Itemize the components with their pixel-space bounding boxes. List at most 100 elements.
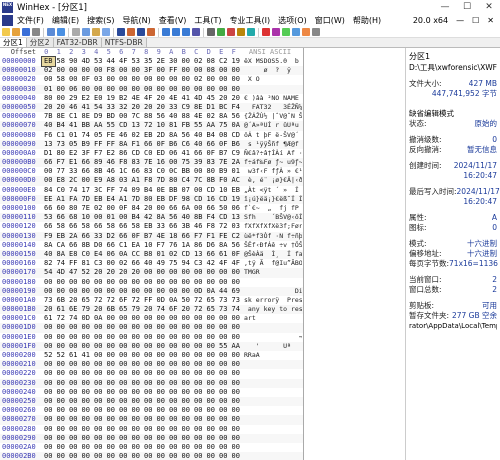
hex-byte[interactable]: F7	[55, 158, 68, 167]
hex-byte[interactable]: 10	[80, 213, 93, 222]
hex-byte[interactable]: CD	[217, 213, 230, 222]
hex-byte[interactable]: 00	[192, 278, 205, 287]
hex-byte[interactable]: 00	[192, 351, 205, 360]
calculator-icon[interactable]	[237, 28, 245, 36]
hex-byte[interactable]: 20	[92, 268, 105, 277]
hex-byte[interactable]: 20	[142, 305, 155, 314]
hex-byte[interactable]: 40	[142, 259, 155, 268]
hex-byte[interactable]: 00	[42, 287, 55, 296]
hex-byte[interactable]: 74	[230, 305, 243, 314]
find-text-icon[interactable]	[117, 28, 125, 36]
hex-byte[interactable]: 00	[117, 112, 130, 121]
hex-row[interactable]: 00000060 7B 8E C1 8E D9 BD 00 7C 88 56 40 88 4E 02 8A 56…	[0, 112, 303, 121]
hex-byte[interactable]: C2	[230, 232, 243, 241]
hex-byte[interactable]: 00	[230, 360, 243, 369]
hex-byte[interactable]: 00	[67, 379, 80, 388]
hex-byte[interactable]: 00	[117, 406, 130, 415]
hex-byte[interactable]: 00	[55, 388, 68, 397]
hex-byte[interactable]: 74	[55, 259, 68, 268]
hex-row-ascii[interactable]: è, é¨ ¡ø}€Ä|‹ð¬	[242, 176, 302, 185]
hex-byte[interactable]: 19	[105, 94, 118, 103]
hex-byte[interactable]: 00	[192, 434, 205, 443]
hex-byte[interactable]: 20	[155, 94, 168, 103]
hex-byte[interactable]: 00	[105, 204, 118, 213]
hex-byte[interactable]: 8B	[80, 241, 93, 250]
hex-byte[interactable]: 00	[80, 452, 93, 460]
hex-byte[interactable]: 42	[142, 213, 155, 222]
hex-byte[interactable]: FF	[167, 66, 180, 75]
hex-byte[interactable]: 00	[155, 75, 168, 84]
hex-byte[interactable]: 00	[205, 360, 218, 369]
hex-byte[interactable]: 33	[155, 222, 168, 231]
hex-byte[interactable]: 0F	[80, 75, 93, 84]
hex-byte[interactable]: 00	[80, 66, 93, 75]
hex-byte[interactable]: 00	[230, 443, 243, 452]
hex-byte[interactable]: 73	[217, 296, 230, 305]
hex-byte[interactable]: 00	[42, 75, 55, 84]
hex-byte[interactable]: C1	[67, 112, 80, 121]
paste-write-icon[interactable]	[102, 28, 110, 36]
hex-byte[interactable]: 61	[67, 351, 80, 360]
hex-byte[interactable]: 00	[142, 85, 155, 94]
hex-byte[interactable]: 00	[80, 342, 93, 351]
hex-byte[interactable]: 16	[205, 195, 218, 204]
hex-byte[interactable]: 83	[205, 158, 218, 167]
hex-byte[interactable]: 88	[142, 112, 155, 121]
hex-row-ascii[interactable]	[242, 425, 302, 434]
hex-byte[interactable]: 06	[167, 149, 180, 158]
hex-byte[interactable]: 00	[80, 85, 93, 94]
hex-byte[interactable]: 4F	[217, 259, 230, 268]
hex-byte[interactable]: 00	[217, 443, 230, 452]
hex-byte[interactable]: 00	[155, 379, 168, 388]
hex-byte[interactable]: 00	[105, 452, 118, 460]
hex-byte[interactable]: 00	[167, 278, 180, 287]
hex-byte[interactable]: 20	[42, 305, 55, 314]
hex-byte[interactable]: 00	[167, 75, 180, 84]
hex-byte[interactable]: BD	[105, 112, 118, 121]
hex-byte[interactable]: CC	[130, 250, 143, 259]
hex-byte[interactable]: 80	[167, 176, 180, 185]
hex-byte[interactable]: 00	[105, 360, 118, 369]
hex-byte[interactable]: 00	[167, 434, 180, 443]
hex-byte[interactable]: 00	[130, 388, 143, 397]
hex-byte[interactable]: 66	[42, 222, 55, 231]
hex-row[interactable]: 00000070 40 B4 41 BB AA 55 CD 13 72 10 81 FB 55 AA 75 0A…	[0, 121, 303, 131]
hex-byte[interactable]: 00	[180, 323, 193, 332]
menu-view[interactable]: 查看(V)	[155, 15, 191, 26]
hex-row-ascii[interactable]	[242, 452, 302, 460]
hex-byte[interactable]: 00	[42, 425, 55, 434]
hex-byte[interactable]: 00	[217, 379, 230, 388]
hex-byte[interactable]: 00	[105, 397, 118, 406]
hex-byte[interactable]: 00	[42, 369, 55, 378]
hex-byte[interactable]: 06	[105, 250, 118, 259]
hex-byte[interactable]: DF	[167, 195, 180, 204]
hex-byte[interactable]: EB	[41, 55, 56, 68]
hex-byte[interactable]: 00	[105, 351, 118, 360]
hex-byte[interactable]: 00	[42, 342, 55, 351]
hex-byte[interactable]: 00	[205, 369, 218, 378]
hex-byte[interactable]: EE	[42, 195, 55, 204]
hex-byte[interactable]: F4	[205, 213, 218, 222]
hex-byte[interactable]: 56	[155, 112, 168, 121]
hex-byte[interactable]: 00	[180, 406, 193, 415]
hex-byte[interactable]: 00	[180, 268, 193, 277]
hex-byte[interactable]: 01	[42, 85, 55, 94]
hex-byte[interactable]: 00	[142, 425, 155, 434]
hex-byte[interactable]: 54	[92, 103, 105, 112]
menu-specialist-tools[interactable]: 专业工具(I)	[226, 15, 275, 26]
hex-byte[interactable]: 10	[142, 241, 155, 250]
hex-byte[interactable]: 0F	[155, 140, 168, 149]
mode-value[interactable]: 十六进制	[467, 239, 497, 249]
hex-byte[interactable]: 13	[192, 250, 205, 259]
hex-row-ascii[interactable]: X O	[242, 75, 302, 84]
hex-byte[interactable]: 00	[92, 213, 105, 222]
hex-byte[interactable]: 20	[117, 268, 130, 277]
hex-byte[interactable]: 4E	[130, 94, 143, 103]
hex-byte[interactable]: D1	[42, 149, 55, 158]
hex-byte[interactable]: 17	[80, 186, 93, 195]
hex-byte[interactable]: 00	[67, 323, 80, 332]
hex-byte[interactable]: C9	[180, 103, 193, 112]
hex-byte[interactable]: F4	[230, 103, 243, 112]
hex-byte[interactable]: 44	[105, 57, 118, 66]
hex-byte[interactable]: 07	[180, 186, 193, 195]
